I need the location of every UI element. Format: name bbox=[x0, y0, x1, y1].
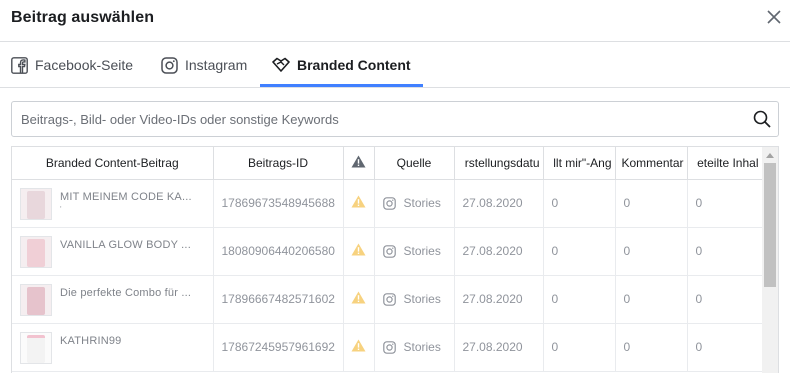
post-caption-sub bbox=[60, 253, 202, 261]
post-caption-sub bbox=[60, 349, 202, 357]
instagram-icon bbox=[383, 244, 397, 258]
post-source: Stories bbox=[403, 292, 441, 306]
warning-cell bbox=[343, 179, 375, 228]
search-icon[interactable] bbox=[751, 108, 773, 130]
dialog-title: Beitrag auswählen bbox=[11, 9, 155, 26]
scroll-up-arrow-icon[interactable] bbox=[762, 147, 778, 163]
warning-cell bbox=[343, 323, 375, 372]
post-thumbnail bbox=[20, 188, 52, 220]
post-date: 27.08.2020 bbox=[454, 179, 544, 228]
close-icon[interactable] bbox=[763, 6, 785, 28]
warning-icon bbox=[351, 339, 366, 355]
post-caption-sub bbox=[60, 301, 202, 309]
table-row[interactable]: Die perfekte Combo für ... 1789666748257… bbox=[12, 275, 763, 324]
table-scrollbar[interactable] bbox=[762, 147, 778, 373]
post-thumbnail bbox=[20, 236, 52, 268]
post-caption: Die perfekte Combo für ... bbox=[60, 287, 192, 299]
post-id: 17867245957961692 bbox=[213, 323, 344, 372]
tab-label: Instagram bbox=[185, 57, 248, 73]
tab-label: Facebook-Seite bbox=[35, 57, 134, 73]
posts-table-container: Branded Content-Beitrag Beitrags-ID Quel… bbox=[11, 146, 779, 373]
post-id: 17869673548945688 bbox=[213, 179, 344, 228]
instagram-icon bbox=[383, 196, 397, 210]
warning-cell bbox=[343, 227, 375, 276]
post-source: Stories bbox=[403, 244, 441, 258]
post-thumbnail bbox=[20, 332, 52, 364]
tab-instagram[interactable]: Instagram bbox=[160, 42, 247, 88]
warning-icon bbox=[351, 243, 366, 259]
column-header-post-id[interactable]: Beitrags-ID bbox=[213, 147, 344, 180]
table-row[interactable]: MIT MEINEM CODE KA... ' 1786967354894568… bbox=[12, 179, 763, 228]
post-shares: 0 bbox=[687, 179, 763, 228]
post-source: Stories bbox=[403, 340, 441, 354]
tab-bar: Facebook-Seite Instagram Branded Content bbox=[0, 42, 790, 88]
tab-facebook-page[interactable]: Facebook-Seite bbox=[10, 42, 133, 88]
warning-icon bbox=[351, 195, 366, 211]
post-date: 27.08.2020 bbox=[454, 227, 544, 276]
instagram-icon bbox=[383, 340, 397, 354]
column-header-date[interactable]: rstellungsdatu bbox=[454, 147, 544, 180]
column-header-source[interactable]: Quelle bbox=[374, 147, 455, 180]
warning-cell bbox=[343, 275, 375, 324]
dialog-header: Beitrag auswählen bbox=[0, 0, 790, 42]
facebook-icon bbox=[10, 56, 28, 74]
column-header-likes[interactable]: llt mir"-Ang bbox=[543, 147, 616, 180]
warning-icon bbox=[351, 155, 366, 171]
post-likes: 0 bbox=[543, 179, 616, 228]
post-id: 17896667482571602 bbox=[213, 275, 344, 324]
post-shares: 0 bbox=[687, 227, 763, 276]
tab-branded-content[interactable]: Branded Content bbox=[272, 42, 411, 88]
table-row[interactable]: VANILLA GLOW BODY ... 18080906440206580 … bbox=[12, 227, 763, 276]
post-likes: 0 bbox=[543, 323, 616, 372]
column-header-post[interactable]: Branded Content-Beitrag bbox=[12, 147, 214, 180]
scrollbar-thumb[interactable] bbox=[764, 163, 776, 287]
post-comments: 0 bbox=[615, 227, 688, 276]
instagram-icon bbox=[383, 292, 397, 306]
post-caption: KATHRIN99 bbox=[60, 335, 122, 347]
post-comments: 0 bbox=[615, 323, 688, 372]
active-tab-indicator bbox=[260, 84, 423, 87]
post-caption: MIT MEINEM CODE KA... bbox=[60, 191, 192, 203]
post-caption: VANILLA GLOW BODY ... bbox=[60, 239, 191, 251]
posts-table: Branded Content-Beitrag Beitrags-ID Quel… bbox=[12, 147, 763, 372]
table-row[interactable]: KATHRIN99 17867245957961692 Stories 27.0… bbox=[12, 323, 763, 372]
post-thumbnail bbox=[20, 284, 52, 316]
warning-icon bbox=[351, 291, 366, 307]
search-input[interactable] bbox=[12, 102, 742, 136]
post-date: 27.08.2020 bbox=[454, 323, 544, 372]
table-header-row: Branded Content-Beitrag Beitrags-ID Quel… bbox=[12, 147, 763, 180]
column-header-shares[interactable]: eteilte Inhal bbox=[687, 147, 763, 180]
post-comments: 0 bbox=[615, 179, 688, 228]
post-likes: 0 bbox=[543, 227, 616, 276]
post-source: Stories bbox=[403, 196, 441, 210]
column-header-warning[interactable] bbox=[343, 147, 375, 180]
column-header-comments[interactable]: Kommentar bbox=[615, 147, 688, 180]
post-date: 27.08.2020 bbox=[454, 275, 544, 324]
search-box bbox=[11, 101, 779, 137]
handshake-icon bbox=[272, 56, 290, 74]
instagram-icon bbox=[160, 56, 178, 74]
post-comments: 0 bbox=[615, 275, 688, 324]
post-caption-sub: ' bbox=[60, 205, 62, 214]
post-shares: 0 bbox=[687, 275, 763, 324]
tab-label: Branded Content bbox=[297, 57, 411, 73]
post-id: 18080906440206580 bbox=[213, 227, 344, 276]
post-likes: 0 bbox=[543, 275, 616, 324]
post-shares: 0 bbox=[687, 323, 763, 372]
